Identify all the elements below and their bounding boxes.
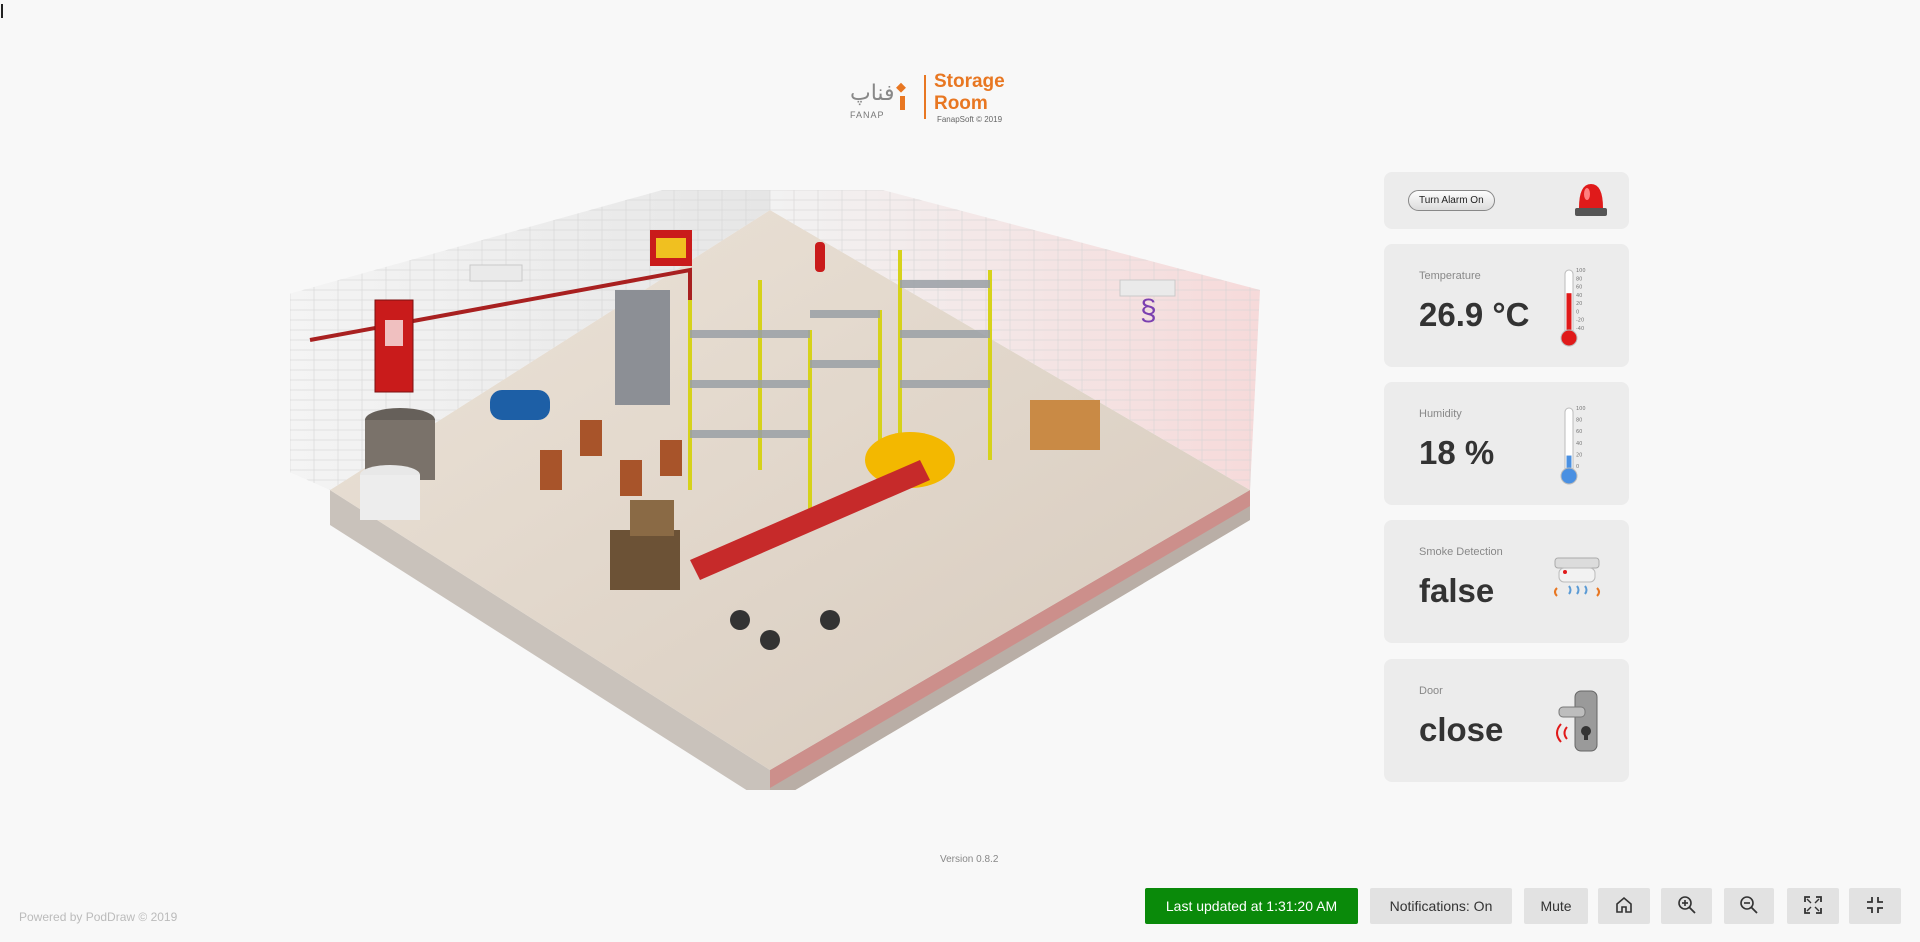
gauge-tick-label: 20 [1576,301,1582,307]
svg-text:فناپ: فناپ [850,81,895,106]
notifications-toggle-button[interactable]: Notifications: On [1370,888,1512,924]
fullscreen-icon [1803,895,1823,918]
siren-icon [1573,178,1609,223]
exit-fullscreen-button[interactable] [1849,888,1901,924]
exit-fullscreen-icon [1865,895,1885,918]
gauge-tick-label: 0 [1576,464,1579,470]
home-button[interactable] [1598,888,1650,924]
page-title: Storage Room [933,70,1005,114]
last-updated-status: Last updated at 1:31:20 AM [1145,888,1358,924]
fullscreen-button[interactable] [1787,888,1839,924]
mute-button[interactable]: Mute [1524,888,1588,924]
gauge-level [1566,293,1572,334]
gauge-tick-label: 0 [1576,309,1579,315]
smoke-detector-icon [1547,540,1607,626]
gauge-tick-label: 60 [1576,285,1582,291]
fanap-logo: فناپ FANAP [848,74,918,120]
storage-room-3d-view[interactable]: § [285,160,1270,805]
gauge-tick-label: 80 [1576,418,1582,424]
page-header: فناپ FANAP Storage Room FanapSoft © 2019 [848,70,1062,124]
gauge-tick-label: 60 [1576,429,1582,435]
smoke-detection-card: Smoke Detection false [1384,520,1629,643]
copyright-text: FanapSoft © 2019 [936,114,1003,124]
gauge-tick-label: -40 [1576,326,1584,332]
zoom-in-button[interactable] [1661,888,1712,924]
logo-text: FANAP [850,110,885,120]
zoom-in-icon [1677,895,1697,918]
powered-by-text: Powered by PodDraw © 2019 [19,910,178,924]
gauge-tick-label: 40 [1576,441,1582,447]
text-cursor [1,4,3,18]
gauge-tick-label: 100 [1576,268,1586,274]
gauge-tick-label: 40 [1576,293,1582,299]
door-card: Door close [1384,659,1629,782]
thermometer-icon: 100 80 60 40 20 0 -20 -40 [1547,264,1607,350]
door-lock-icon [1547,679,1607,765]
thermometer-icon: 100 80 60 40 20 0 [1547,402,1607,488]
temperature-card: Temperature 26.9 °C 100 80 60 40 20 0 -20 -40 [1384,244,1629,367]
alarm-card: Turn Alarm On [1384,172,1629,229]
gauge-tick-label: -20 [1576,318,1584,324]
home-icon [1614,895,1634,918]
header-divider [924,75,926,119]
turn-alarm-on-button[interactable]: Turn Alarm On [1408,190,1495,211]
gauge-tick-label: 80 [1576,276,1582,282]
zoom-out-button[interactable] [1724,888,1774,924]
zoom-out-icon [1739,895,1759,918]
gauge-tick-label: 20 [1576,452,1582,458]
humidity-card: Humidity 18 % 100 80 60 40 20 0 [1384,382,1629,505]
gauge-tick-label: 100 [1576,406,1586,412]
version-text: Version 0.8.2 [940,854,999,865]
svg-text:§: § [1140,294,1157,327]
